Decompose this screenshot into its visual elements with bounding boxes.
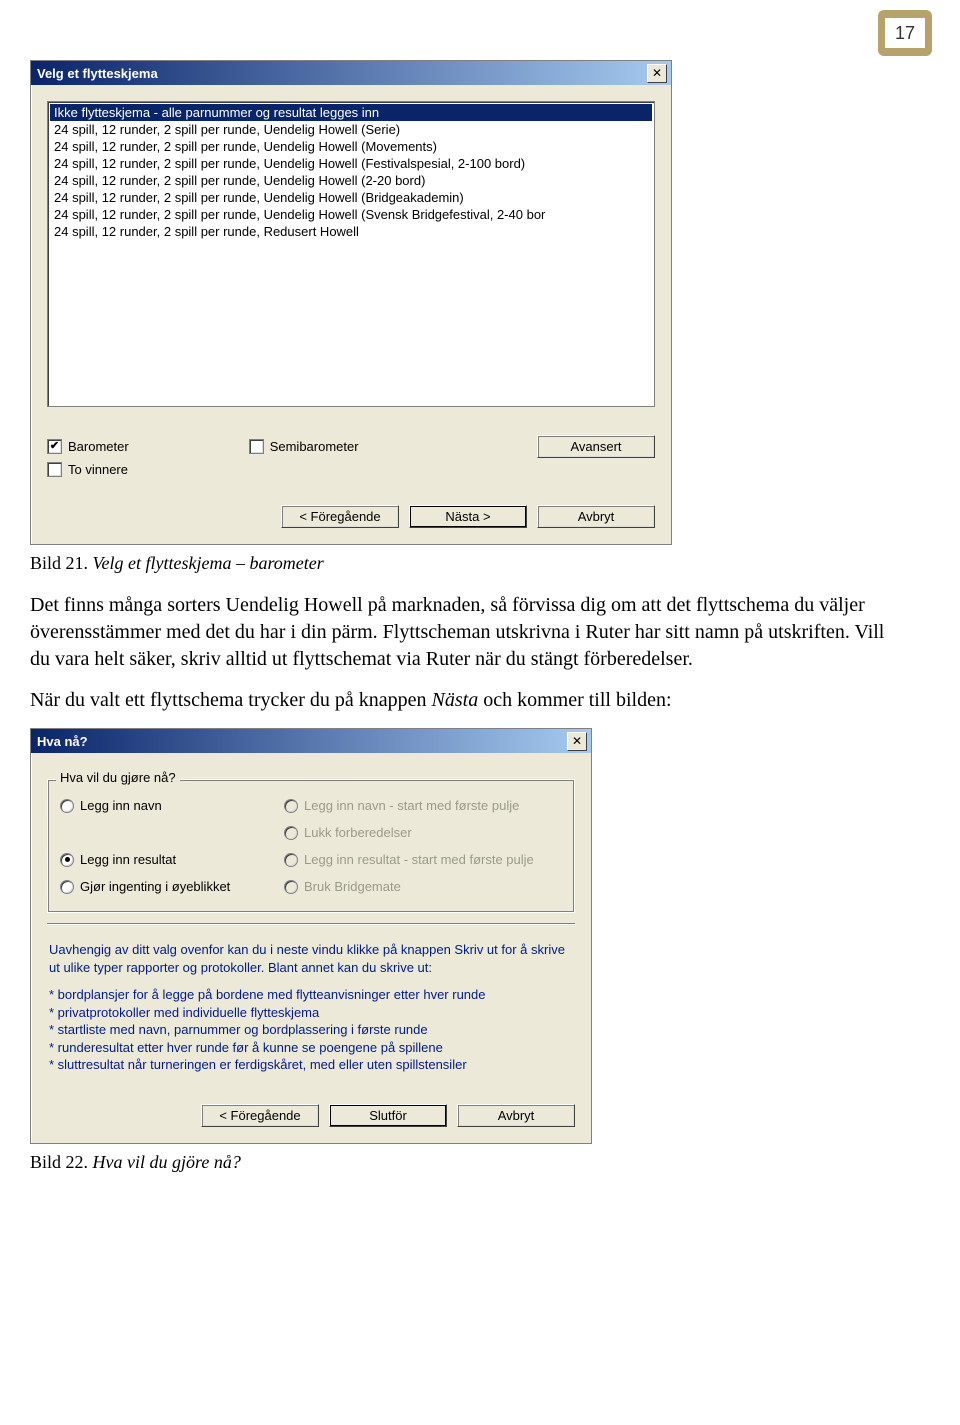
titlebar: Velg et flytteskjema ✕ bbox=[31, 61, 671, 85]
radio-legg-inn-navn-pulje: Legg inn navn - start med første pulje bbox=[284, 794, 562, 817]
radio-icon bbox=[60, 799, 74, 813]
radio-label: Bruk Bridgemate bbox=[304, 879, 401, 894]
titlebar: Hva nå? ✕ bbox=[31, 729, 591, 753]
list-item[interactable]: 24 spill, 12 runder, 2 spill per runde, … bbox=[50, 206, 652, 223]
semibarometer-checkbox[interactable]: Semibarometer bbox=[249, 439, 359, 454]
figure-caption-22: Bild 22. Hva vil du gjöre nå? bbox=[30, 1152, 930, 1173]
barometer-label: Barometer bbox=[68, 439, 129, 454]
info-item: bordplansjer for å legge på bordene med … bbox=[49, 986, 573, 1004]
prev-button[interactable]: < Föregående bbox=[281, 505, 399, 528]
figure-caption-21: Bild 21. Velg et flytteskjema – baromete… bbox=[30, 553, 930, 574]
info-lead: Uavhengig av ditt valg ovenfor kan du i … bbox=[49, 941, 573, 976]
list-item[interactable]: 24 spill, 12 runder, 2 spill per runde, … bbox=[50, 138, 652, 155]
info-item: runderesultat etter hver runde før å kun… bbox=[49, 1039, 573, 1057]
radio-label: Legg inn resultat - start med første pul… bbox=[304, 852, 534, 867]
cancel-button[interactable]: Avbryt bbox=[537, 505, 655, 528]
list-item[interactable]: 24 spill, 12 runder, 2 spill per runde, … bbox=[50, 155, 652, 172]
radio-icon bbox=[284, 880, 298, 894]
figure-title: Velg et flytteskjema – barometer bbox=[93, 553, 324, 573]
groupbox-hva-vil-du: Hva vil du gjøre nå? Legg inn navn Legg … bbox=[47, 779, 575, 913]
radio-label: Gjør ingenting i øyeblikket bbox=[80, 879, 230, 894]
info-item: startliste med navn, parnummer og bordpl… bbox=[49, 1021, 573, 1039]
finish-button[interactable]: Slutför bbox=[329, 1104, 447, 1127]
figure-number: Bild 21. bbox=[30, 553, 88, 573]
radio-icon bbox=[60, 853, 74, 867]
checkbox-icon bbox=[47, 462, 62, 477]
radio-legg-inn-resultat[interactable]: Legg inn resultat bbox=[60, 848, 280, 871]
barometer-checkbox[interactable]: ✔ Barometer bbox=[47, 439, 129, 454]
radio-gjor-ingenting[interactable]: Gjør ingenting i øyeblikket bbox=[60, 875, 280, 898]
figure-title: Hva vil du gjöre nå? bbox=[93, 1152, 241, 1172]
radio-lukk-forberedelser: Lukk forberedelser bbox=[284, 821, 562, 844]
dialog-hva-naa: Hva nå? ✕ Hva vil du gjøre nå? Legg inn … bbox=[30, 728, 592, 1144]
checkbox-icon: ✔ bbox=[47, 439, 62, 454]
group-legend: Hva vil du gjøre nå? bbox=[56, 770, 180, 785]
radio-icon bbox=[284, 853, 298, 867]
dialog-title: Hva nå? bbox=[37, 734, 88, 749]
cancel-button[interactable]: Avbryt bbox=[457, 1104, 575, 1127]
close-icon[interactable]: ✕ bbox=[647, 64, 667, 83]
tovinnere-checkbox[interactable]: To vinnere bbox=[47, 462, 537, 477]
radio-icon bbox=[284, 826, 298, 840]
list-item[interactable]: 24 spill, 12 runder, 2 spill per runde, … bbox=[50, 121, 652, 138]
page-number-badge: 17 bbox=[878, 10, 932, 56]
page-number: 17 bbox=[885, 18, 925, 48]
checkbox-icon bbox=[249, 439, 264, 454]
divider bbox=[47, 923, 575, 925]
prev-button[interactable]: < Föregående bbox=[201, 1104, 319, 1127]
movement-listbox[interactable]: Ikke flytteskjema - alle parnummer og re… bbox=[47, 101, 655, 407]
radio-legg-inn-resultat-pulje: Legg inn resultat - start med første pul… bbox=[284, 848, 562, 871]
radio-label: Lukk forberedelser bbox=[304, 825, 412, 840]
semibarometer-label: Semibarometer bbox=[270, 439, 359, 454]
avansert-button[interactable]: Avansert bbox=[537, 435, 655, 458]
list-item[interactable]: 24 spill, 12 runder, 2 spill per runde, … bbox=[50, 172, 652, 189]
list-item[interactable]: Ikke flytteskjema - alle parnummer og re… bbox=[50, 104, 652, 121]
radio-bruk-bridgemate: Bruk Bridgemate bbox=[284, 875, 562, 898]
dialog-velg-flytteskjema: Velg et flytteskjema ✕ Ikke flytteskjema… bbox=[30, 60, 672, 545]
next-button[interactable]: Nästa > bbox=[409, 505, 527, 528]
body-paragraph: Det finns många sorters Uendelig Howell … bbox=[30, 592, 890, 673]
info-item: sluttresultat når turneringen er ferdigs… bbox=[49, 1056, 573, 1074]
radio-legg-inn-navn[interactable]: Legg inn navn bbox=[60, 794, 280, 817]
list-item[interactable]: 24 spill, 12 runder, 2 spill per runde, … bbox=[50, 189, 652, 206]
close-icon[interactable]: ✕ bbox=[567, 732, 587, 751]
radio-label: Legg inn navn bbox=[80, 798, 162, 813]
radio-label: Legg inn resultat bbox=[80, 852, 176, 867]
info-item: privatprotokoller med individuelle flytt… bbox=[49, 1004, 573, 1022]
figure-number: Bild 22. bbox=[30, 1152, 88, 1172]
body-paragraph: När du valt ett flyttschema trycker du p… bbox=[30, 687, 890, 714]
radio-icon bbox=[284, 799, 298, 813]
info-text: Uavhengig av ditt valg ovenfor kan du i … bbox=[47, 929, 575, 1076]
list-item[interactable]: 24 spill, 12 runder, 2 spill per runde, … bbox=[50, 223, 652, 240]
dialog-title: Velg et flytteskjema bbox=[37, 66, 158, 81]
radio-label: Legg inn navn - start med første pulje bbox=[304, 798, 519, 813]
tovinnere-label: To vinnere bbox=[68, 462, 128, 477]
radio-icon bbox=[60, 880, 74, 894]
